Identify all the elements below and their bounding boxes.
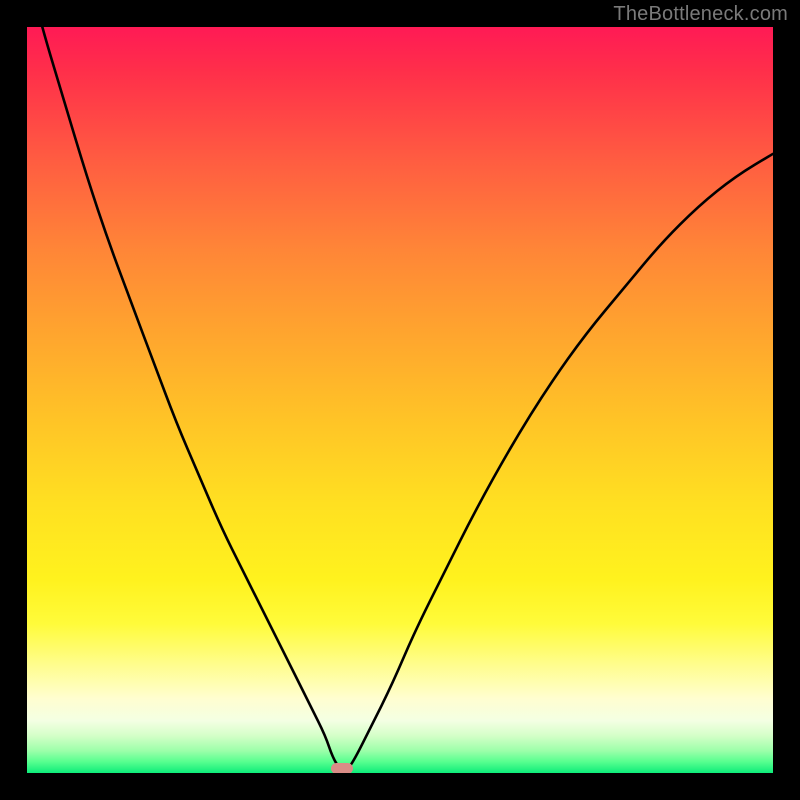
- plot-area: [27, 27, 773, 773]
- optimum-marker: [331, 763, 353, 773]
- bottleneck-curve: [27, 27, 773, 773]
- chart-frame: TheBottleneck.com: [0, 0, 800, 800]
- watermark-text: TheBottleneck.com: [613, 3, 788, 26]
